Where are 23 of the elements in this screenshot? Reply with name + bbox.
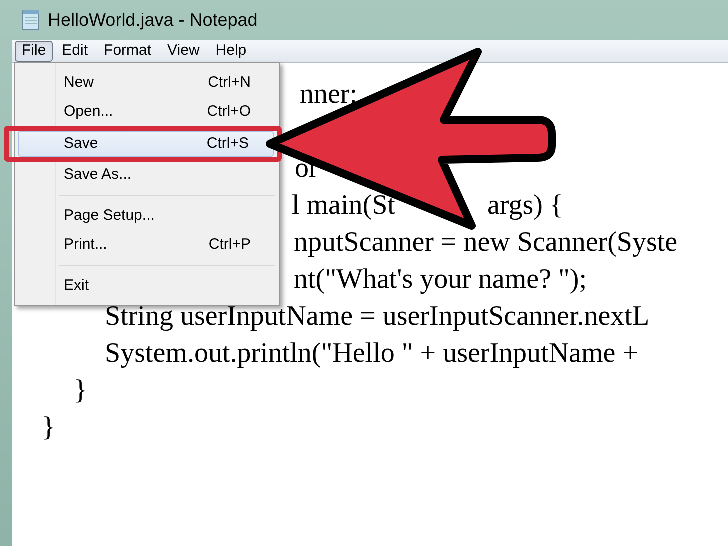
code-text: l main(St bbox=[292, 189, 396, 223]
window-title: HelloWorld.java - Notepad bbox=[48, 8, 258, 32]
code-text: nputScanner = new Scanner(Syste bbox=[294, 226, 678, 260]
code-text: nt("What's your name? "); bbox=[294, 263, 588, 297]
code-text: } bbox=[42, 411, 56, 445]
menu-bar-item[interactable]: File bbox=[15, 40, 54, 62]
menu-bar-item[interactable]: View bbox=[160, 40, 207, 62]
code-text: args) { bbox=[487, 189, 564, 223]
menu-bar-item[interactable]: Edit bbox=[55, 40, 96, 62]
code-text: System.out.println("Hello " + userInputName + bbox=[105, 337, 638, 371]
menu-item[interactable]: Exit bbox=[18, 272, 276, 301]
menu-bar-item[interactable]: Format bbox=[97, 40, 159, 62]
code-text: nner: bbox=[300, 78, 358, 112]
notepad-icon bbox=[22, 9, 40, 31]
menu-item[interactable]: Save Ctrl+S bbox=[18, 131, 274, 157]
menu-item[interactable]: Open... Ctrl+O bbox=[18, 98, 276, 127]
menu-item[interactable]: Print... Ctrl+P bbox=[18, 231, 276, 260]
menu-item[interactable]: Save As... bbox=[18, 161, 276, 190]
code-text: } bbox=[74, 374, 88, 408]
code-text: String userInputName = userInputScanner.nextL bbox=[105, 300, 650, 334]
menu-item[interactable]: New Ctrl+N bbox=[18, 69, 276, 98]
menu-item[interactable]: Page Setup... bbox=[18, 202, 276, 231]
menu-bar-item[interactable]: Help bbox=[208, 40, 254, 62]
